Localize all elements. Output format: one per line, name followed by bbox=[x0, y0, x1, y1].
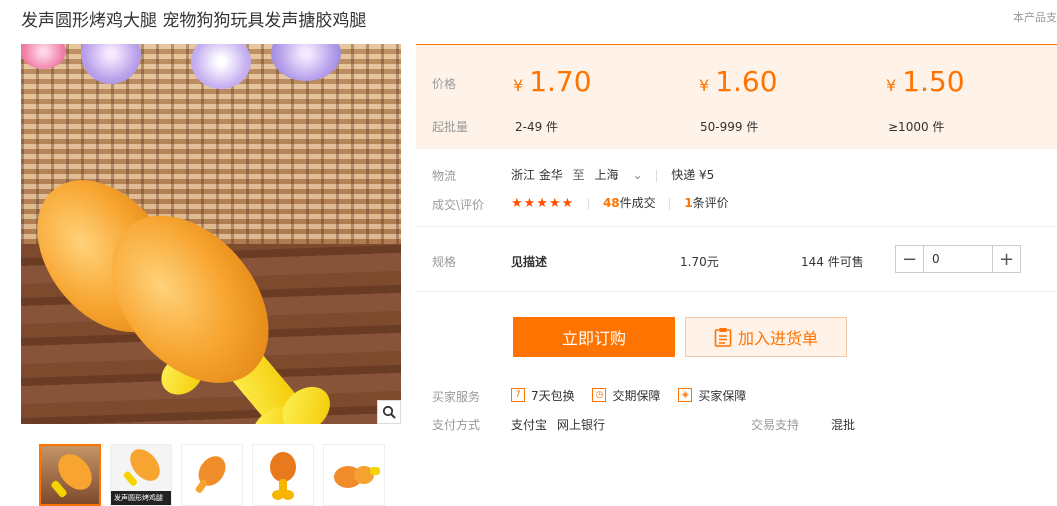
thumbnail-1[interactable] bbox=[39, 444, 101, 506]
spec-label: 规格 bbox=[432, 255, 457, 269]
price-box: 价格 起批量 ¥1.70 ¥1.60 ¥1.50 2-49 件 50-999 件… bbox=[416, 44, 1057, 149]
shield-clock-icon: ◷ bbox=[592, 388, 607, 402]
service-buyer-protection[interactable]: ◈ 买家保障 bbox=[678, 387, 746, 404]
thumb-badge: 发声圆形烤鸡腿 bbox=[111, 491, 171, 505]
chicken-leg-toys bbox=[37, 180, 330, 424]
quantity-input[interactable]: 0 bbox=[923, 246, 993, 272]
shield-icon: ◈ bbox=[678, 388, 693, 402]
services-row: 7 7天包换 ◷ 交期保障 ◈ 买家保障 bbox=[511, 386, 760, 404]
clipboard-icon bbox=[714, 328, 732, 347]
chicken-leg-thumb bbox=[334, 466, 380, 488]
main-product-image[interactable] bbox=[21, 44, 401, 424]
logistics-label: 物流 bbox=[432, 169, 457, 183]
service-exchange[interactable]: 7 7天包换 bbox=[511, 387, 575, 404]
add-to-cart-button[interactable]: 加入进货单 bbox=[685, 317, 847, 357]
price-tier-3: ¥1.50 bbox=[886, 65, 965, 98]
chicken-leg-thumb bbox=[51, 454, 92, 498]
spec-price: 1.70元 bbox=[680, 255, 719, 269]
add-to-cart-label: 加入进货单 bbox=[737, 329, 818, 348]
thumbnail-4[interactable] bbox=[252, 444, 314, 506]
trade-label: 交易支持 bbox=[751, 418, 800, 432]
divider bbox=[669, 197, 671, 210]
thumbnail-5[interactable] bbox=[323, 444, 385, 506]
zoom-button[interactable] bbox=[377, 400, 401, 424]
chevron-down-icon: ⌄ bbox=[632, 168, 643, 182]
spec-name: 见描述 bbox=[511, 255, 548, 269]
services-label: 买家服务 bbox=[432, 390, 481, 404]
rating-row: ★★★★★ 48件成交 1条评价 bbox=[511, 194, 729, 211]
product-title: 发声圆形烤鸡大腿 宠物狗狗玩具发声搪胶鸡腿 bbox=[21, 11, 367, 31]
to-word: 至 bbox=[572, 168, 585, 182]
thumbnail-3[interactable] bbox=[181, 444, 243, 506]
service-delivery[interactable]: ◷ 交期保障 bbox=[592, 387, 660, 404]
trade-value: 混批 bbox=[831, 418, 856, 432]
thumbnail-2[interactable]: 发声圆形烤鸡腿 bbox=[110, 444, 172, 506]
deals-link[interactable]: 48件成交 bbox=[603, 196, 656, 210]
chicken-leg-thumb bbox=[123, 449, 160, 486]
origin: 浙江 金华 bbox=[511, 168, 563, 182]
divider-line bbox=[416, 226, 1057, 227]
price-tier-1: ¥1.70 bbox=[513, 65, 592, 98]
divider-line bbox=[416, 291, 1057, 292]
divider bbox=[656, 169, 658, 182]
shipping-fee: 快递 ¥5 bbox=[671, 168, 715, 182]
star-rating-icon: ★★★★★ bbox=[511, 196, 575, 211]
reviews-link[interactable]: 1条评价 bbox=[684, 196, 728, 210]
magnifier-icon bbox=[382, 405, 396, 419]
chicken-leg-thumb bbox=[195, 456, 226, 493]
quantity-stepper: − 0 + bbox=[895, 245, 1021, 273]
qty-tier-3: ≥1000 件 bbox=[888, 120, 945, 134]
payment-method-1: 支付宝 bbox=[511, 418, 548, 432]
qty-tier-1: 2-49 件 bbox=[515, 120, 559, 134]
price-tier-2: ¥1.60 bbox=[699, 65, 778, 98]
min-qty-label: 起批量 bbox=[432, 120, 469, 134]
payment-label: 支付方式 bbox=[432, 418, 481, 432]
buy-now-button[interactable]: 立即订购 bbox=[513, 317, 675, 357]
spec-stock: 144 件可售 bbox=[801, 255, 864, 269]
divider bbox=[588, 197, 590, 210]
product-info-panel: 价格 起批量 ¥1.70 ¥1.60 ¥1.50 2-49 件 50-999 件… bbox=[416, 44, 1057, 149]
seven-day-icon: 7 bbox=[511, 388, 525, 402]
destination-select[interactable]: 上海 ⌄ bbox=[595, 168, 643, 182]
qty-tier-2: 50-999 件 bbox=[700, 120, 759, 134]
thumbnail-strip: 发声圆形烤鸡腿 bbox=[39, 444, 385, 506]
minus-button[interactable]: − bbox=[896, 246, 923, 272]
top-note: 本产品支 bbox=[1013, 11, 1057, 24]
rating-label: 成交\评价 bbox=[432, 198, 485, 212]
plus-button[interactable]: + bbox=[993, 246, 1020, 272]
payment-method-2: 网上银行 bbox=[557, 418, 606, 432]
chicken-leg-thumb bbox=[270, 452, 296, 500]
price-label: 价格 bbox=[432, 77, 457, 91]
logistics-row: 浙江 金华 至 上海 ⌄ 快递 ¥5 bbox=[511, 166, 714, 183]
